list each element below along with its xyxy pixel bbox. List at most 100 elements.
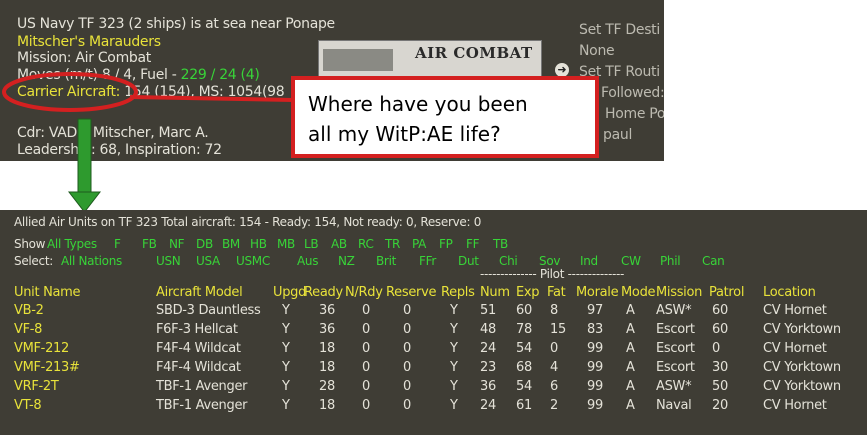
header-location[interactable]: Location: [763, 285, 816, 300]
filter-tr[interactable]: TR: [385, 237, 400, 251]
nation-usn[interactable]: USN: [156, 254, 181, 268]
nation-chi[interactable]: Chi: [499, 254, 518, 268]
cell-pilot-fat: 4: [550, 360, 558, 375]
nation-ind[interactable]: Ind: [580, 254, 598, 268]
filter-ff[interactable]: FF: [466, 237, 480, 251]
nation-ffr[interactable]: FFr: [419, 254, 436, 268]
filter-fb[interactable]: FB: [142, 237, 157, 251]
header-patrol[interactable]: Patrol: [709, 285, 744, 300]
cell-location: CV Yorktown: [763, 360, 841, 375]
callout-box: Where have you been all my WitP:AE life?: [291, 76, 599, 158]
cell-pilot-morale: 99: [587, 398, 603, 413]
cell-upgrade: Y: [282, 322, 290, 337]
cell-pilot-exp: 54: [516, 379, 532, 394]
cell-replacements: Y: [450, 379, 458, 394]
filter-rc[interactable]: RC: [358, 237, 374, 251]
cell-replacements: Y: [450, 398, 458, 413]
cell-pilot-exp: 61: [516, 398, 532, 413]
cell-unit-name[interactable]: VT-8: [14, 398, 42, 413]
cell-ready: 36: [319, 322, 335, 337]
cell-replacements: Y: [450, 303, 458, 318]
air-units-summary: Allied Air Units on TF 323 Total aircraf…: [14, 215, 482, 229]
cell-ready: 36: [319, 303, 335, 318]
nation-all[interactable]: All Nations: [61, 254, 122, 268]
header-mode[interactable]: Mode: [621, 285, 656, 300]
cell-patrol: 60: [712, 322, 728, 337]
nation-phil[interactable]: Phil: [660, 254, 681, 268]
header-pilot-exp[interactable]: Exp: [516, 285, 540, 300]
cell-patrol: 20: [712, 398, 728, 413]
cell-mode: A: [626, 322, 635, 337]
filter-lb[interactable]: LB: [304, 237, 319, 251]
header-unit-name[interactable]: Unit Name: [14, 285, 81, 300]
cell-upgrade: Y: [282, 379, 290, 394]
cell-mission: Escort: [656, 360, 695, 375]
header-replacements[interactable]: Repls: [441, 285, 475, 300]
cell-patrol: 50: [712, 379, 728, 394]
header-pilot-morale[interactable]: Morale: [576, 285, 619, 300]
nation-nz[interactable]: NZ: [338, 254, 355, 268]
filter-ab[interactable]: AB: [331, 237, 347, 251]
cell-unit-name[interactable]: VB-2: [14, 303, 44, 318]
cell-location: CV Yorktown: [763, 379, 841, 394]
cell-pilot-fat: 6: [550, 379, 558, 394]
nation-can[interactable]: Can: [702, 254, 725, 268]
cell-patrol: 60: [712, 303, 728, 318]
header-pilot-fat[interactable]: Fat: [547, 285, 566, 300]
cell-location: CV Hornet: [763, 341, 827, 356]
cell-pilot-fat: 15: [550, 322, 566, 337]
cell-not-ready: 0: [362, 398, 370, 413]
cell-mode: A: [626, 341, 635, 356]
nation-aus[interactable]: Aus: [297, 254, 318, 268]
header-ready[interactable]: Ready: [304, 285, 343, 300]
cell-pilot-morale: 97: [587, 303, 603, 318]
filter-pa[interactable]: PA: [412, 237, 426, 251]
header-upgrade[interactable]: Upgd: [273, 285, 306, 300]
cell-aircraft-model: SBD-3 Dauntless: [156, 303, 261, 318]
cell-unit-name[interactable]: VRF-2T: [14, 379, 59, 394]
cell-pilot-num: 24: [480, 398, 496, 413]
cell-pilot-morale: 99: [587, 341, 603, 356]
header-not-ready[interactable]: N/Rdy: [345, 285, 383, 300]
filter-hb[interactable]: HB: [250, 237, 267, 251]
nation-brit[interactable]: Brit: [376, 254, 396, 268]
cell-aircraft-model: F4F-4 Wildcat: [156, 341, 241, 356]
down-arrow-head: [67, 191, 102, 213]
cell-mission: Escort: [656, 322, 695, 337]
cell-pilot-fat: 8: [550, 303, 558, 318]
filter-db[interactable]: DB: [196, 237, 213, 251]
cell-unit-name[interactable]: VMF-213#: [14, 360, 80, 375]
filter-tb[interactable]: TB: [493, 237, 508, 251]
cell-mode: A: [626, 398, 635, 413]
filter-bm[interactable]: BM: [222, 237, 240, 251]
cell-ready: 18: [319, 398, 335, 413]
filter-fp[interactable]: FP: [439, 237, 453, 251]
cell-mission: Naval: [656, 398, 692, 413]
cell-mode: A: [626, 379, 635, 394]
cell-pilot-exp: 68: [516, 360, 532, 375]
nation-usmc[interactable]: USMC: [236, 254, 270, 268]
header-reserve[interactable]: Reserve: [386, 285, 436, 300]
nation-sov[interactable]: Sov: [539, 254, 560, 268]
header-pilot-num[interactable]: Num: [480, 285, 510, 300]
nation-usa[interactable]: USA: [196, 254, 220, 268]
cell-pilot-exp: 54: [516, 341, 532, 356]
cell-ready: 18: [319, 360, 335, 375]
filter-mb[interactable]: MB: [277, 237, 295, 251]
header-mission[interactable]: Mission: [656, 285, 702, 300]
cell-upgrade: Y: [282, 398, 290, 413]
cell-patrol: 30: [712, 360, 728, 375]
cell-reserve: 0: [403, 398, 411, 413]
cell-replacements: Y: [450, 322, 458, 337]
filter-all-types[interactable]: All Types: [47, 237, 97, 251]
nation-cw[interactable]: CW: [621, 254, 641, 268]
cell-not-ready: 0: [362, 341, 370, 356]
cell-mode: A: [626, 303, 635, 318]
header-aircraft-model[interactable]: Aircraft Model: [156, 285, 243, 300]
nation-dut[interactable]: Dut: [458, 254, 479, 268]
cell-unit-name[interactable]: VF-8: [14, 322, 42, 337]
cell-unit-name[interactable]: VMF-212: [14, 341, 69, 356]
cell-not-ready: 0: [362, 322, 370, 337]
filter-f[interactable]: F: [114, 237, 121, 251]
filter-nf[interactable]: NF: [169, 237, 185, 251]
